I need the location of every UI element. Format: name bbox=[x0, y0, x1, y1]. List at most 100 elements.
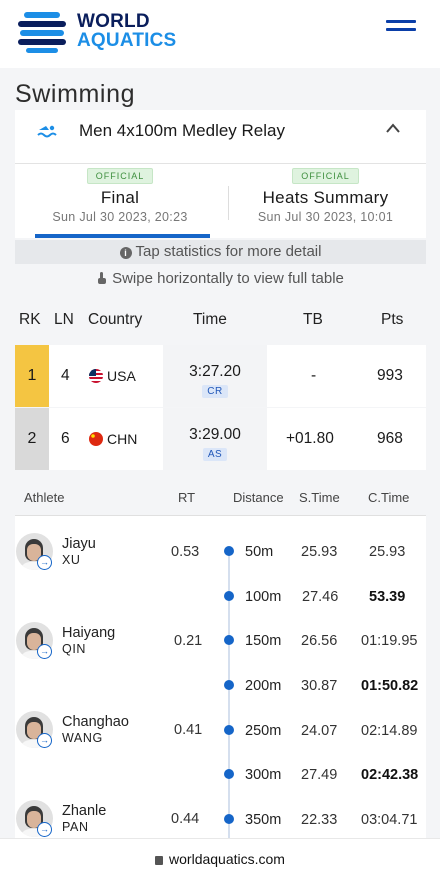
cumulative-time: 01:19.95 bbox=[361, 633, 418, 649]
reaction-time: 0.41 bbox=[174, 722, 203, 738]
race-time: 3:27.20 bbox=[189, 363, 241, 380]
cumulative-time: 02:42.38 bbox=[361, 767, 419, 783]
splits-header-athlete: Athlete bbox=[24, 490, 65, 505]
hamburger-menu-icon[interactable] bbox=[386, 20, 416, 38]
col-header-ln[interactable]: LN bbox=[54, 311, 74, 329]
tab-heats-summary[interactable]: OFFICIAL Heats Summary Sun Jul 30 2023, … bbox=[225, 164, 426, 238]
athlete-last-name[interactable]: PAN bbox=[62, 820, 89, 834]
world-aquatics-logo[interactable] bbox=[18, 10, 66, 54]
country-code: USA bbox=[107, 368, 136, 384]
lane: 4 bbox=[61, 367, 70, 384]
brand-wordmark[interactable]: WORLD AQUATICS bbox=[77, 12, 176, 50]
swimmer-icon bbox=[37, 125, 57, 138]
event-selector[interactable]: Men 4x100m Medley Relay bbox=[15, 110, 426, 164]
athlete-last-name[interactable]: XU bbox=[62, 553, 81, 567]
result-row-usa[interactable]: 1 4 USA 3:27.20 CR - 993 bbox=[15, 345, 426, 407]
swipe-hand-icon bbox=[98, 272, 107, 284]
reaction-time: 0.21 bbox=[174, 633, 203, 649]
col-header-pts[interactable]: Pts bbox=[381, 311, 403, 329]
athlete-last-name[interactable]: WANG bbox=[62, 731, 103, 745]
info-banner: i Tap statistics for more detail bbox=[15, 240, 426, 264]
athlete-last-name[interactable]: QIN bbox=[62, 642, 86, 656]
time-behind: - bbox=[311, 367, 317, 384]
time-behind: +01.80 bbox=[286, 430, 334, 447]
usa-flag-icon bbox=[89, 369, 103, 383]
tab-label: Final bbox=[100, 188, 140, 207]
time-cell: 3:27.20 CR bbox=[163, 345, 267, 407]
rank-gold: 1 bbox=[15, 345, 49, 407]
col-header-rk[interactable]: RK bbox=[19, 311, 41, 329]
race-tabs: OFFICIAL Final Sun Jul 30 2023, 20:23 OF… bbox=[15, 164, 426, 238]
col-header-time[interactable]: Time bbox=[193, 311, 227, 329]
active-tab-indicator bbox=[35, 234, 210, 238]
split-dot bbox=[224, 725, 234, 735]
tab-label: Heats Summary bbox=[262, 188, 389, 207]
lock-icon bbox=[155, 856, 164, 865]
official-badge: OFFICIAL bbox=[86, 168, 154, 184]
reaction-time: 0.44 bbox=[171, 811, 200, 827]
cumulative-time: 02:14.89 bbox=[361, 723, 418, 739]
split-time: 27.49 bbox=[301, 767, 338, 783]
split-distance: 350m bbox=[245, 812, 282, 828]
splits-header-stime: S.Time bbox=[299, 490, 340, 505]
arrow-right-icon[interactable]: → bbox=[37, 733, 52, 748]
lane: 6 bbox=[61, 430, 70, 447]
rank-silver: 2 bbox=[15, 408, 49, 470]
split-time: 26.56 bbox=[301, 633, 338, 649]
info-text: Tap statistics for more detail bbox=[135, 243, 322, 260]
athlete-first-name[interactable]: Jiayu bbox=[62, 536, 96, 552]
arrow-right-icon[interactable]: → bbox=[37, 822, 52, 837]
col-header-country[interactable]: Country bbox=[88, 311, 142, 329]
site-header: WORLD AQUATICS bbox=[0, 0, 440, 68]
cumulative-time: 01:50.82 bbox=[361, 678, 419, 694]
tab-date: Sun Jul 30 2023, 10:01 bbox=[257, 210, 394, 224]
tab-final[interactable]: OFFICIAL Final Sun Jul 30 2023, 20:23 bbox=[15, 164, 225, 238]
brand-line-1: WORLD bbox=[77, 11, 150, 32]
athlete-first-name[interactable]: Changhao bbox=[62, 714, 129, 730]
split-dot bbox=[224, 814, 234, 824]
reaction-time: 0.53 bbox=[171, 544, 200, 560]
athlete-first-name[interactable]: Haiyang bbox=[62, 625, 115, 641]
split-time: 24.07 bbox=[301, 723, 338, 739]
splits-header-rt: RT bbox=[178, 490, 196, 505]
points: 968 bbox=[377, 430, 403, 447]
split-distance: 100m bbox=[245, 589, 282, 605]
split-distance: 250m bbox=[245, 723, 282, 739]
splits-header-distance: Distance bbox=[233, 490, 284, 505]
split-dot bbox=[224, 591, 234, 601]
url-text: worldaquatics.com bbox=[169, 851, 285, 867]
brand-line-2: AQUATICS bbox=[77, 30, 177, 51]
split-distance: 300m bbox=[245, 767, 282, 783]
split-time: 27.46 bbox=[302, 589, 339, 605]
arrow-right-icon[interactable]: → bbox=[37, 644, 52, 659]
split-distance: 200m bbox=[245, 678, 282, 694]
split-dot bbox=[224, 546, 234, 556]
points: 993 bbox=[377, 367, 403, 384]
split-dot bbox=[224, 635, 234, 645]
split-distance: 50m bbox=[245, 544, 274, 560]
race-time: 3:29.00 bbox=[189, 426, 241, 443]
athlete-first-name[interactable]: Zhanle bbox=[62, 803, 106, 819]
cumulative-time: 25.93 bbox=[369, 544, 406, 560]
split-time: 25.93 bbox=[301, 544, 338, 560]
splits-header-ctime: C.Time bbox=[368, 490, 410, 505]
chevron-up-icon[interactable] bbox=[385, 122, 401, 134]
time-cell: 3:29.00 AS bbox=[163, 408, 267, 470]
browser-url-bar[interactable]: worldaquatics.com bbox=[0, 838, 440, 870]
tab-date: Sun Jul 30 2023, 20:23 bbox=[52, 210, 188, 224]
info-icon: i bbox=[119, 247, 132, 259]
china-flag-icon bbox=[89, 432, 103, 446]
col-header-tb[interactable]: TB bbox=[303, 311, 323, 329]
cumulative-time: 53.39 bbox=[369, 589, 406, 605]
swipe-hint: Swipe horizontally to view full table bbox=[0, 270, 440, 287]
arrow-right-icon[interactable]: → bbox=[37, 555, 52, 570]
country-code: CHN bbox=[107, 431, 138, 447]
result-row-chn[interactable]: 2 6 CHN 3:29.00 AS +01.80 968 bbox=[15, 408, 426, 470]
official-badge: OFFICIAL bbox=[292, 168, 359, 184]
cumulative-time: 03:04.71 bbox=[361, 812, 418, 828]
split-time: 22.33 bbox=[301, 812, 338, 828]
record-badge: CR bbox=[202, 385, 228, 398]
split-time: 30.87 bbox=[301, 678, 338, 694]
split-distance: 150m bbox=[245, 633, 282, 649]
swipe-hint-text: Swipe horizontally to view full table bbox=[112, 270, 344, 287]
